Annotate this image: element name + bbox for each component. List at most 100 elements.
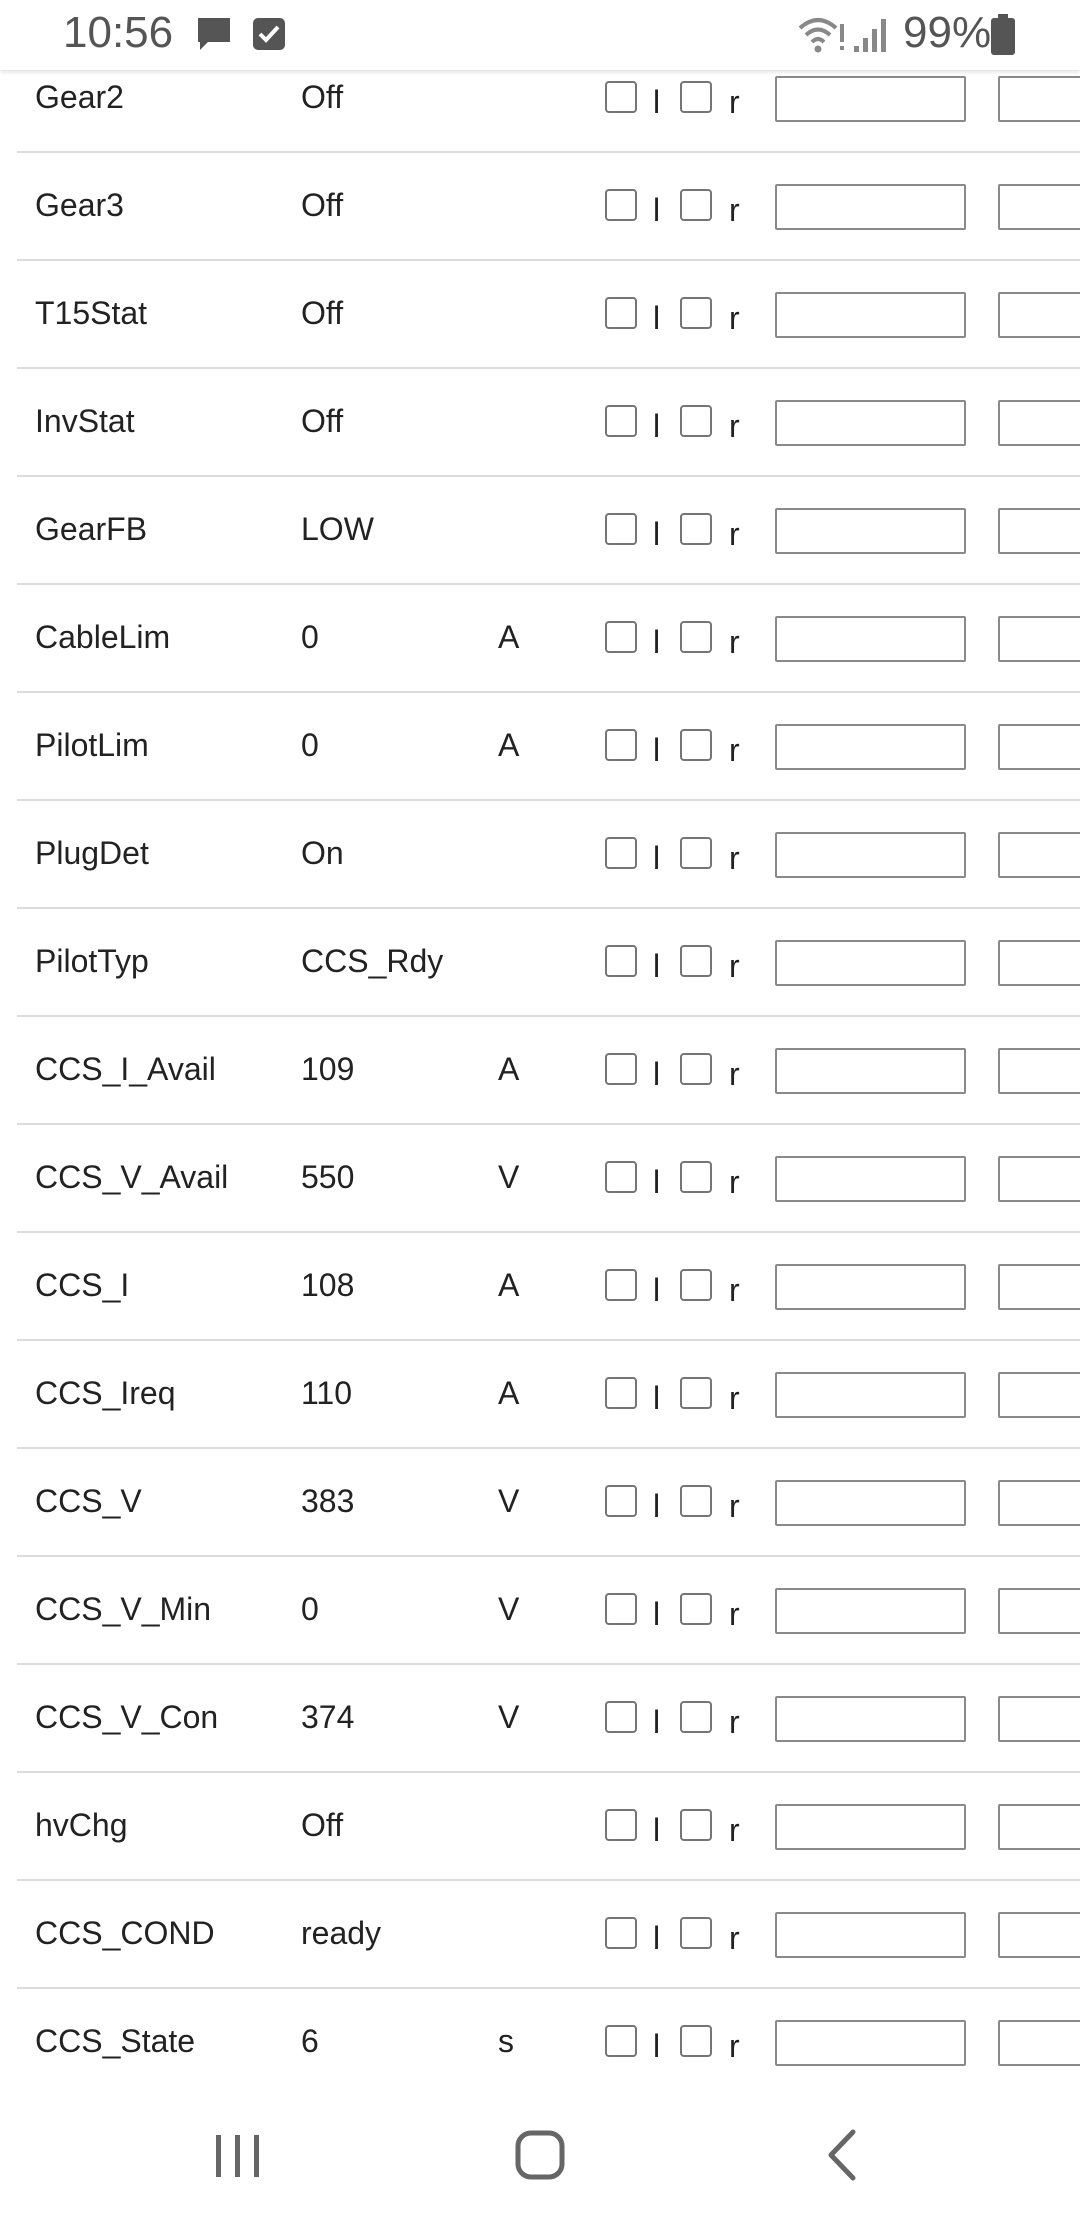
right-plot-checkbox[interactable] xyxy=(680,405,712,437)
right-plot-checkbox[interactable] xyxy=(680,1053,712,1085)
right-plot-label: r xyxy=(729,1812,740,1848)
parameter-name: CCS_V xyxy=(35,1483,142,1519)
right-plot-checkbox[interactable] xyxy=(680,729,712,761)
parameter-name: PlugDet xyxy=(35,835,149,871)
parameter-input-secondary[interactable] xyxy=(998,184,1080,230)
parameter-input[interactable] xyxy=(775,616,966,662)
left-plot-checkbox[interactable] xyxy=(605,2025,637,2057)
table-row: CCS_Ireq 110 Al r xyxy=(17,1339,1080,1449)
right-plot-checkbox[interactable] xyxy=(680,1377,712,1409)
right-plot-label: r xyxy=(729,732,740,768)
left-plot-label: l xyxy=(653,2028,661,2064)
left-plot-checkbox[interactable] xyxy=(605,1917,637,1949)
left-plot-checkbox[interactable] xyxy=(605,189,637,221)
right-plot-checkbox[interactable] xyxy=(680,837,712,869)
left-plot-checkbox[interactable] xyxy=(605,297,637,329)
left-plot-checkbox[interactable] xyxy=(605,621,637,653)
parameter-input[interactable] xyxy=(775,292,966,338)
right-plot-checkbox[interactable] xyxy=(680,81,712,113)
parameter-input[interactable] xyxy=(775,1696,966,1742)
left-plot-checkbox[interactable] xyxy=(605,405,637,437)
parameter-input-secondary[interactable] xyxy=(998,1804,1080,1850)
status-bar: 10:56 99% xyxy=(0,0,1080,70)
right-plot-checkbox[interactable] xyxy=(680,1485,712,1517)
right-plot-checkbox[interactable] xyxy=(680,1269,712,1301)
parameter-input-secondary[interactable] xyxy=(998,2020,1080,2066)
left-plot-label: l xyxy=(653,1812,661,1848)
parameter-input[interactable] xyxy=(775,1588,966,1634)
parameter-unit: A xyxy=(498,1375,520,1411)
parameter-input-secondary[interactable] xyxy=(998,1480,1080,1526)
left-plot-label: l xyxy=(653,1272,661,1308)
parameter-input-secondary[interactable] xyxy=(998,508,1080,554)
right-plot-checkbox[interactable] xyxy=(680,513,712,545)
home-icon[interactable] xyxy=(495,2120,585,2190)
parameter-input[interactable] xyxy=(775,1480,966,1526)
table-row: InvStat Off l r xyxy=(17,367,1080,477)
back-icon[interactable] xyxy=(797,2120,887,2190)
left-plot-checkbox[interactable] xyxy=(605,1161,637,1193)
parameter-input-secondary[interactable] xyxy=(998,400,1080,446)
right-plot-checkbox[interactable] xyxy=(680,2025,712,2057)
left-plot-checkbox[interactable] xyxy=(605,1485,637,1517)
left-plot-label: l xyxy=(653,1164,661,1200)
right-plot-label: r xyxy=(729,1920,740,1956)
left-plot-checkbox[interactable] xyxy=(605,729,637,761)
parameter-input[interactable] xyxy=(775,2020,966,2066)
right-plot-checkbox[interactable] xyxy=(680,1917,712,1949)
parameter-input-secondary[interactable] xyxy=(998,616,1080,662)
recents-icon[interactable] xyxy=(193,2120,283,2190)
right-plot-checkbox[interactable] xyxy=(680,945,712,977)
right-plot-checkbox[interactable] xyxy=(680,189,712,221)
left-plot-checkbox[interactable] xyxy=(605,1809,637,1841)
parameter-input[interactable] xyxy=(775,1156,966,1202)
parameter-input[interactable] xyxy=(775,508,966,554)
parameter-input-secondary[interactable] xyxy=(998,724,1080,770)
left-plot-checkbox[interactable] xyxy=(605,513,637,545)
parameter-input[interactable] xyxy=(775,724,966,770)
parameter-value: 383 xyxy=(301,1483,355,1519)
left-plot-checkbox[interactable] xyxy=(605,1053,637,1085)
parameter-input-secondary[interactable] xyxy=(998,292,1080,338)
table-row: hvChg Off l r xyxy=(17,1771,1080,1881)
parameter-input-secondary[interactable] xyxy=(998,1588,1080,1634)
parameter-input-secondary[interactable] xyxy=(998,832,1080,878)
parameter-input-secondary[interactable] xyxy=(998,1156,1080,1202)
left-plot-checkbox[interactable] xyxy=(605,81,637,113)
parameter-input[interactable] xyxy=(775,1804,966,1850)
right-plot-label: r xyxy=(729,408,740,444)
left-plot-checkbox[interactable] xyxy=(605,1377,637,1409)
right-plot-checkbox[interactable] xyxy=(680,1701,712,1733)
table-row: CCS_V_Min 0 Vl r xyxy=(17,1555,1080,1665)
parameter-name: CCS_V_Min xyxy=(35,1591,212,1627)
left-plot-checkbox[interactable] xyxy=(605,945,637,977)
table-row: CCS_State 6 s l r xyxy=(17,1987,1080,2097)
parameter-input[interactable] xyxy=(775,1912,966,1958)
parameter-input[interactable] xyxy=(775,1264,966,1310)
task-check-icon xyxy=(252,17,286,56)
parameter-input-secondary[interactable] xyxy=(998,76,1080,122)
parameter-input[interactable] xyxy=(775,1048,966,1094)
right-plot-checkbox[interactable] xyxy=(680,1809,712,1841)
parameter-input-secondary[interactable] xyxy=(998,1372,1080,1418)
parameter-input-secondary[interactable] xyxy=(998,1696,1080,1742)
parameter-input[interactable] xyxy=(775,76,966,122)
left-plot-checkbox[interactable] xyxy=(605,837,637,869)
parameter-input-secondary[interactable] xyxy=(998,1264,1080,1310)
left-plot-checkbox[interactable] xyxy=(605,1701,637,1733)
parameter-input[interactable] xyxy=(775,1372,966,1418)
left-plot-checkbox[interactable] xyxy=(605,1269,637,1301)
parameter-input[interactable] xyxy=(775,832,966,878)
right-plot-checkbox[interactable] xyxy=(680,297,712,329)
left-plot-checkbox[interactable] xyxy=(605,1593,637,1625)
parameter-input-secondary[interactable] xyxy=(998,940,1080,986)
parameter-value: Off xyxy=(301,187,344,223)
parameter-input-secondary[interactable] xyxy=(998,1912,1080,1958)
parameter-input[interactable] xyxy=(775,940,966,986)
parameter-input[interactable] xyxy=(775,400,966,446)
parameter-input[interactable] xyxy=(775,184,966,230)
right-plot-checkbox[interactable] xyxy=(680,621,712,653)
right-plot-checkbox[interactable] xyxy=(680,1593,712,1625)
parameter-input-secondary[interactable] xyxy=(998,1048,1080,1094)
right-plot-checkbox[interactable] xyxy=(680,1161,712,1193)
